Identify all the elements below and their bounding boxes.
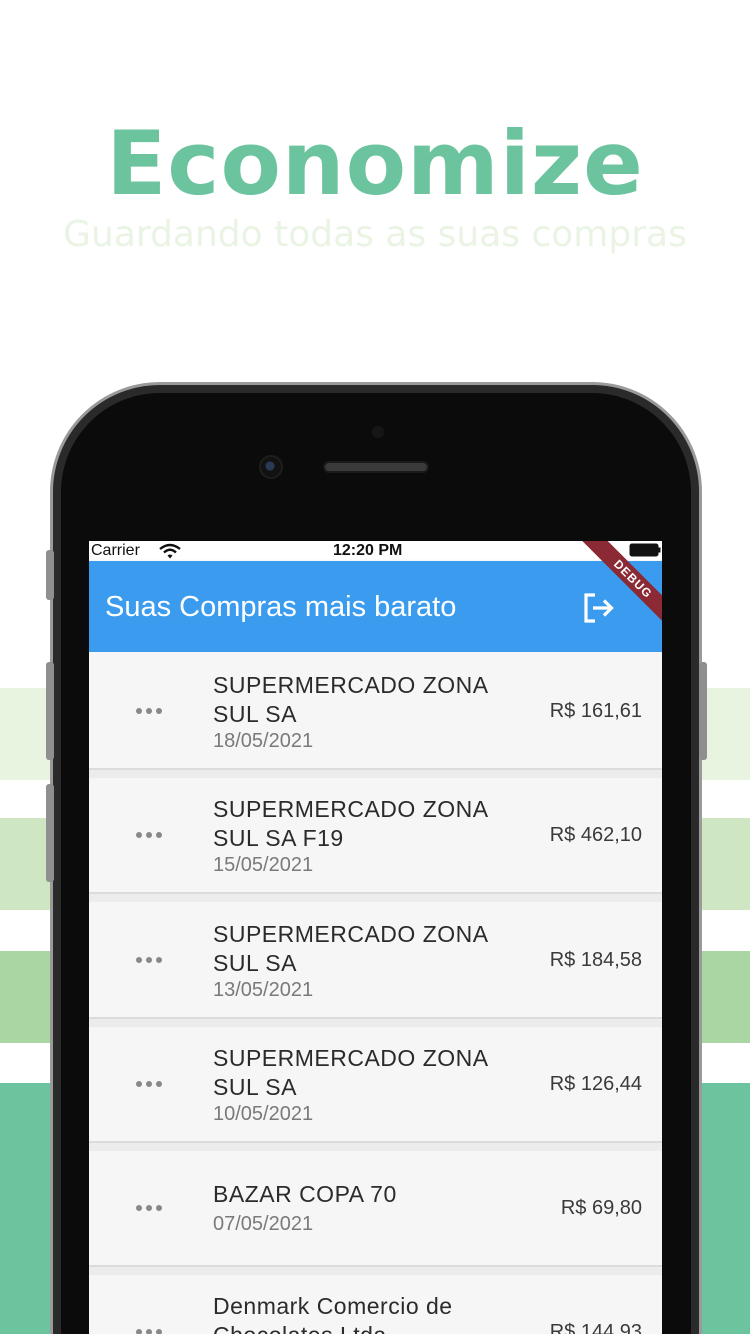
front-camera-icon: [259, 455, 283, 479]
logout-icon[interactable]: [581, 591, 615, 625]
purchase-total: R$ 161,61: [549, 700, 642, 722]
more-options-icon[interactable]: [135, 956, 163, 964]
row-separator: [89, 1267, 662, 1275]
purchase-row[interactable]: SUPERMERCADO ZONA SUL SA 13/05/2021 R$ 1…: [89, 902, 662, 1019]
purchase-store-name: BAZAR COPA 70: [213, 1181, 397, 1207]
row-separator: [89, 770, 662, 778]
purchase-date: 10/05/2021: [213, 1103, 314, 1125]
row-separator: [89, 894, 662, 902]
status-bar: Carrier 12:20 PM: [89, 541, 662, 561]
purchase-list: SUPERMERCADO ZONA SUL SA 18/05/2021 R$ 1…: [89, 652, 662, 1334]
more-options-icon[interactable]: [135, 831, 163, 839]
promo-headline: Economize: [106, 112, 644, 215]
phone-side-button: [46, 784, 54, 882]
purchase-total: R$ 144,93: [549, 1321, 642, 1334]
purchase-date: 15/05/2021: [213, 854, 314, 876]
promo-subline: Guardando todas as suas compras: [63, 214, 687, 255]
purchase-total: R$ 69,80: [560, 1197, 642, 1219]
purchase-store-name: SUPERMERCADO ZONA SUL SA F19: [213, 796, 488, 851]
row-separator: [89, 1019, 662, 1027]
purchase-row[interactable]: BAZAR COPA 70 07/05/2021 R$ 69,80: [89, 1151, 662, 1267]
purchase-store-name: SUPERMERCADO ZONA SUL SA: [213, 921, 488, 976]
app-bar: Suas Compras mais barato DEBUG: [89, 541, 662, 652]
purchase-total: R$ 462,10: [549, 824, 642, 846]
purchase-total: R$ 126,44: [549, 1073, 642, 1095]
purchase-row[interactable]: SUPERMERCADO ZONA SUL SA F19 15/05/2021 …: [89, 778, 662, 894]
purchase-row[interactable]: SUPERMERCADO ZONA SUL SA 18/05/2021 R$ 1…: [89, 652, 662, 770]
more-options-icon[interactable]: [135, 1204, 163, 1212]
purchase-store-name: Denmark Comercio de Chocolates Ltda: [213, 1293, 453, 1334]
purchase-total: R$ 184,58: [549, 949, 642, 971]
phone-side-button: [46, 550, 54, 600]
purchase-row[interactable]: SUPERMERCADO ZONA SUL SA 10/05/2021 R$ 1…: [89, 1027, 662, 1143]
more-options-icon[interactable]: [135, 1328, 163, 1334]
purchase-date: 13/05/2021: [213, 979, 314, 1001]
phone-sensor: [372, 426, 384, 438]
purchase-store-name: SUPERMERCADO ZONA SUL SA: [213, 672, 488, 727]
wifi-icon: [159, 543, 181, 559]
status-time: 12:20 PM: [333, 542, 403, 559]
purchase-row[interactable]: Denmark Comercio de Chocolates Ltda R$ 1…: [89, 1275, 662, 1334]
more-options-icon[interactable]: [135, 1080, 163, 1088]
phone-side-button: [46, 662, 54, 760]
purchase-store-name: SUPERMERCADO ZONA SUL SA: [213, 1045, 488, 1100]
purchase-date: 18/05/2021: [213, 730, 314, 752]
carrier-label: Carrier: [91, 542, 140, 559]
phone-side-button: [699, 662, 707, 760]
battery-icon: [629, 543, 661, 557]
app-bar-title: Suas Compras mais barato: [105, 591, 457, 623]
purchase-date: 07/05/2021: [213, 1213, 314, 1235]
phone-speaker: [323, 461, 429, 473]
row-separator: [89, 1143, 662, 1151]
more-options-icon[interactable]: [135, 707, 163, 715]
phone-screen: Carrier 12:20 PM Suas Compras mais barat…: [89, 541, 662, 1334]
